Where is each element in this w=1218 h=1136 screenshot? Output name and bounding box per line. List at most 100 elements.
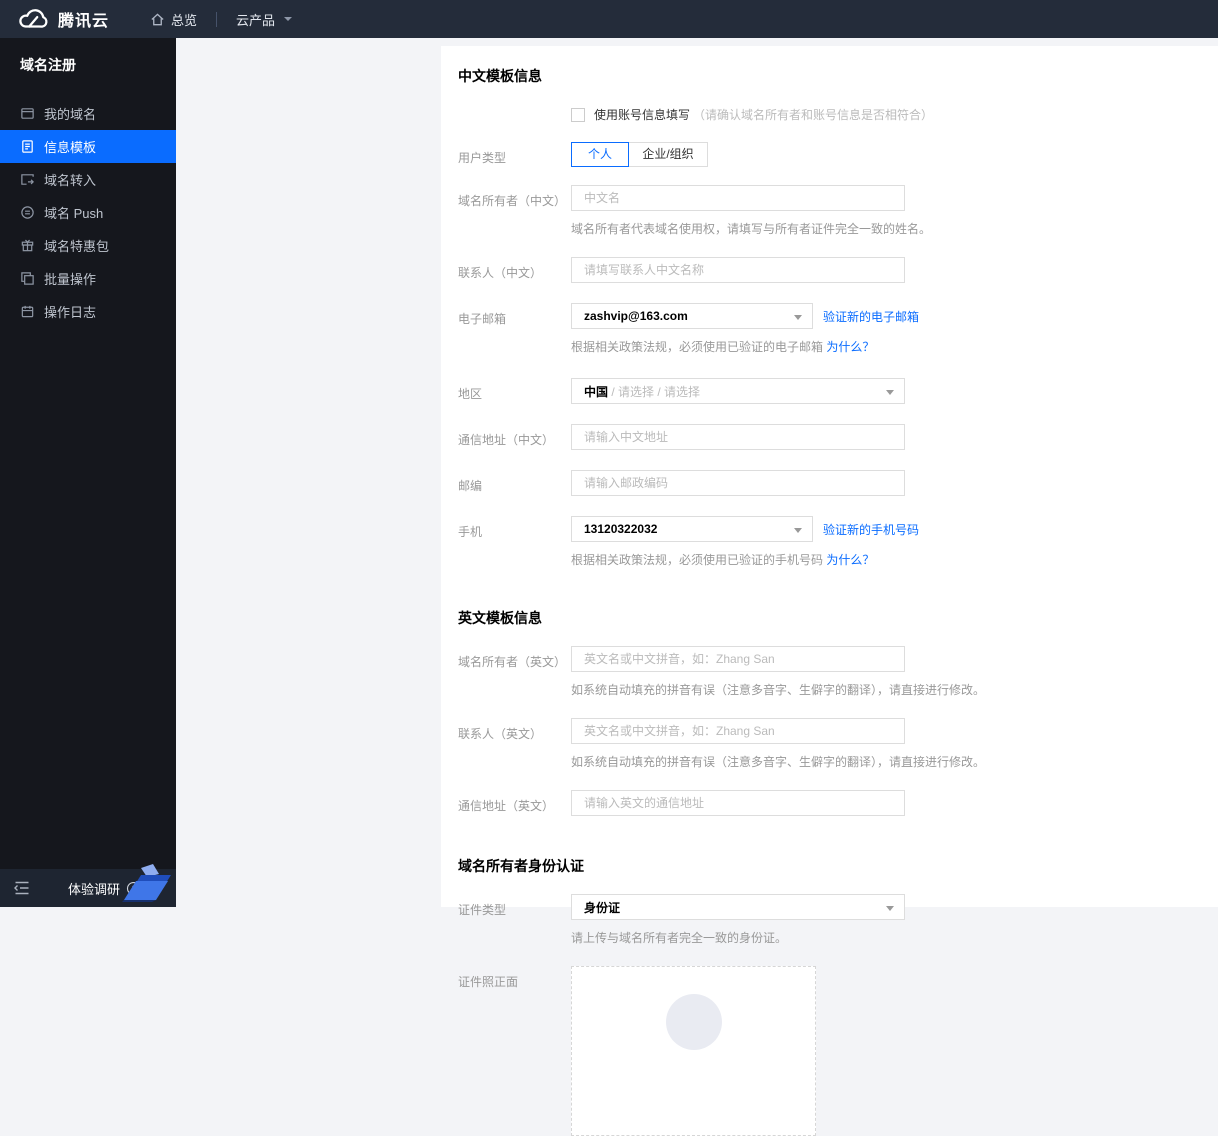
sidebar-item-label: 域名转入 bbox=[44, 173, 97, 188]
chevron-down-icon bbox=[794, 528, 802, 533]
cert-front-label: 证件照正面 bbox=[458, 975, 519, 989]
phone-help: 根据相关政策法规，必须使用已验证的手机号码 为什么？ bbox=[571, 551, 919, 568]
owner-cn-input[interactable] bbox=[571, 185, 905, 211]
owner-en-input[interactable] bbox=[571, 646, 905, 672]
home-icon bbox=[150, 12, 165, 27]
survey-folder-graphic-icon bbox=[119, 864, 175, 907]
sidebar-item-domain-push[interactable]: 域名 Push bbox=[0, 196, 176, 229]
transfer-in-icon bbox=[20, 172, 35, 187]
calendar-log-icon bbox=[20, 304, 35, 319]
region-select[interactable]: 中国 / 请选择 / 请选择 bbox=[571, 378, 905, 404]
chevron-down-icon bbox=[794, 315, 802, 320]
sidebar-item-label: 批量操作 bbox=[44, 272, 97, 287]
sidebar-item-domain-package[interactable]: 域名特惠包 bbox=[0, 229, 176, 262]
cert-type-select-value: 身份证 bbox=[584, 900, 621, 915]
email-why-link[interactable]: 为什么？ bbox=[826, 340, 874, 354]
verify-new-phone-link[interactable]: 验证新的手机号码 bbox=[823, 521, 919, 538]
sidebar: 域名注册 我的域名 信息模板 域名转入 域名 Push 域名特惠包 批量操作 操… bbox=[0, 38, 176, 907]
phone-why-link[interactable]: 为什么？ bbox=[826, 553, 874, 567]
section-cn-title: 中文模板信息 bbox=[458, 68, 542, 84]
nav-overview[interactable]: 总览 bbox=[135, 0, 212, 38]
cert-front-upload-area[interactable] bbox=[571, 966, 816, 1136]
section-identity-title: 域名所有者身份认证 bbox=[458, 858, 584, 874]
tab-organization[interactable]: 企业/组织 bbox=[628, 142, 708, 167]
phone-select-value: 13120322032 bbox=[584, 522, 658, 536]
verify-new-email-link[interactable]: 验证新的电子邮箱 bbox=[823, 308, 919, 325]
email-help: 根据相关政策法规，必须使用已验证的电子邮箱 为什么？ bbox=[571, 338, 919, 355]
owner-cn-label: 域名所有者（中文） bbox=[458, 194, 567, 208]
nav-cloud-products[interactable]: 云产品 bbox=[221, 0, 307, 38]
contact-en-label: 联系人（英文） bbox=[458, 727, 543, 741]
address-cn-label: 通信地址（中文） bbox=[458, 433, 555, 447]
collapse-sidebar-icon[interactable] bbox=[14, 881, 30, 895]
phone-select[interactable]: 13120322032 bbox=[571, 516, 813, 542]
sidebar-item-batch-operation[interactable]: 批量操作 bbox=[0, 262, 176, 295]
use-account-info-label: 使用账号信息填写 bbox=[594, 108, 691, 122]
push-circle-icon bbox=[20, 205, 35, 220]
top-navbar: 腾讯云 总览 云产品 bbox=[0, 0, 1218, 38]
email-select[interactable]: zashvip@163.com bbox=[571, 303, 813, 329]
section-en: 英文模板信息 域名所有者（英文） 如系统自动填充的拼音有误（注意多音字、生僻字的… bbox=[458, 608, 1194, 816]
region-select-value: 中国 bbox=[584, 384, 609, 399]
sidebar-item-label: 信息模板 bbox=[44, 140, 97, 155]
phone-help-text: 根据相关政策法规，必须使用已验证的手机号码 bbox=[571, 553, 827, 567]
sidebar-item-label: 域名 Push bbox=[44, 206, 104, 221]
section-en-title: 英文模板信息 bbox=[458, 610, 542, 626]
chevron-down-icon bbox=[886, 390, 894, 395]
user-type-label: 用户类型 bbox=[458, 151, 507, 165]
sidebar-item-my-domains[interactable]: 我的域名 bbox=[0, 97, 176, 130]
sidebar-item-info-template[interactable]: 信息模板 bbox=[0, 130, 176, 163]
address-en-label: 通信地址（英文） bbox=[458, 799, 555, 813]
cert-type-select[interactable]: 身份证 bbox=[571, 894, 905, 920]
brand[interactable]: 腾讯云 bbox=[0, 7, 135, 31]
section-identity: 域名所有者身份认证 证件类型 身份证 请上传与域名所有者完全一致的身份证。 证件… bbox=[458, 856, 1194, 1136]
tencent-cloud-logo-icon bbox=[17, 8, 49, 30]
email-label: 电子邮箱 bbox=[458, 312, 507, 326]
owner-cn-help: 域名所有者代表域名使用权，请填写与所有者证件完全一致的姓名。 bbox=[571, 222, 932, 236]
sidebar-menu: 我的域名 信息模板 域名转入 域名 Push 域名特惠包 批量操作 操作日志 bbox=[0, 97, 176, 328]
address-cn-input[interactable] bbox=[571, 424, 905, 450]
contact-en-help: 如系统自动填充的拼音有误（注意多音字、生僻字的翻译），请直接进行修改。 bbox=[571, 755, 986, 769]
sidebar-footer: 体验调研 bbox=[0, 864, 176, 907]
upload-placeholder-graphic bbox=[665, 994, 722, 1050]
sidebar-item-domain-transfer[interactable]: 域名转入 bbox=[0, 163, 176, 196]
use-account-info-row: 使用账号信息填写 （请确认域名所有者和账号信息是否相符合） bbox=[571, 104, 933, 123]
document-icon bbox=[20, 139, 35, 154]
template-form-card: 中文模板信息 使用账号信息填写 （请确认域名所有者和账号信息是否相符合） 用户类… bbox=[441, 46, 1218, 1136]
cert-type-label: 证件类型 bbox=[458, 903, 507, 917]
copy-squares-icon bbox=[20, 271, 35, 286]
phone-label: 手机 bbox=[458, 525, 483, 539]
region-select-placeholder: / 请选择 / 请选择 bbox=[608, 384, 701, 399]
sidebar-item-operation-log[interactable]: 操作日志 bbox=[0, 295, 176, 328]
nav-separator bbox=[216, 11, 218, 27]
section-cn: 中文模板信息 使用账号信息填写 （请确认域名所有者和账号信息是否相符合） 用户类… bbox=[458, 66, 1194, 568]
brand-name: 腾讯云 bbox=[58, 13, 110, 30]
chevron-down-icon bbox=[284, 17, 293, 21]
owner-en-help: 如系统自动填充的拼音有误（注意多音字、生僻字的翻译），请直接进行修改。 bbox=[571, 683, 986, 697]
email-help-text: 根据相关政策法规，必须使用已验证的电子邮箱 bbox=[571, 340, 827, 354]
survey-label: 体验调研 bbox=[68, 881, 121, 897]
nav-products-label: 云产品 bbox=[236, 12, 276, 28]
email-select-value: zashvip@163.com bbox=[584, 309, 688, 323]
use-account-info-checkbox[interactable] bbox=[571, 107, 585, 122]
sidebar-title: 域名注册 bbox=[20, 57, 76, 73]
sidebar-item-label: 我的域名 bbox=[44, 107, 97, 122]
contact-cn-label: 联系人（中文） bbox=[458, 266, 543, 280]
zipcode-input[interactable] bbox=[571, 470, 905, 496]
sidebar-item-label: 操作日志 bbox=[44, 305, 97, 320]
user-type-tabs: 个人 企业/组织 bbox=[571, 142, 708, 167]
gift-icon bbox=[20, 238, 35, 253]
browser-window-icon bbox=[20, 106, 35, 121]
use-account-info-note: （请确认域名所有者和账号信息是否相符合） bbox=[693, 108, 934, 122]
owner-en-label: 域名所有者（英文） bbox=[458, 655, 567, 669]
contact-en-input[interactable] bbox=[571, 718, 905, 744]
sidebar-item-label: 域名特惠包 bbox=[44, 239, 110, 254]
tab-personal[interactable]: 个人 bbox=[571, 142, 629, 167]
cert-type-help: 请上传与域名所有者完全一致的身份证。 bbox=[571, 931, 788, 945]
contact-cn-input[interactable] bbox=[571, 257, 905, 283]
region-label: 地区 bbox=[458, 387, 483, 401]
address-en-input[interactable] bbox=[571, 790, 905, 816]
nav-overview-label: 总览 bbox=[171, 12, 198, 28]
spacer-label bbox=[458, 104, 571, 123]
zipcode-label: 邮编 bbox=[458, 479, 483, 493]
